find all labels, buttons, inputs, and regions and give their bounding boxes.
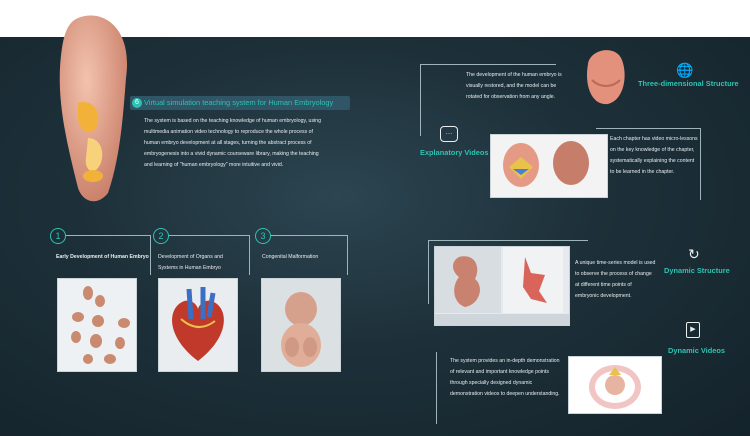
chapter-2-thumbnail[interactable]	[158, 278, 238, 372]
dynamic-videos-body: The system provides an in-depth demonstr…	[450, 358, 560, 397]
three-d-title: Three-dimensional Structure	[638, 79, 739, 88]
chat-bubble-icon: …	[440, 126, 458, 142]
chapter-2-number: 2	[153, 228, 169, 244]
embryo-head-image	[586, 50, 625, 105]
explanatory-title: Explanatory Videos	[420, 148, 489, 157]
dynamic-structure-body: A unique time-series model is used to ob…	[575, 260, 656, 299]
chapter-3-number: 3	[255, 228, 271, 244]
intro-title: Virtual simulation teaching system for H…	[144, 98, 334, 107]
chapter-3-thumbnail[interactable]	[261, 278, 341, 372]
intro-number-badge: 6	[132, 98, 142, 108]
video-play-icon: ▶	[686, 322, 700, 338]
intro-title-bar: 6 Virtual simulation teaching system for…	[130, 96, 350, 110]
globe-icon: 🌐	[676, 62, 694, 78]
dynamic-structure-title: Dynamic Structure	[664, 266, 730, 275]
chapter-3-label: Congenital Malformation	[262, 254, 319, 260]
refresh-cycle-icon: ↻	[688, 246, 700, 262]
chapter-1-thumbnail[interactable]	[57, 278, 137, 372]
dynamic-structure-thumbnail[interactable]	[434, 246, 570, 326]
three-d-body: The development of the human embryo is v…	[466, 72, 562, 100]
chapter-1-label: Early Development of Human Embryo	[56, 254, 149, 260]
explanatory-body: Each chapter has video micro-lessons on …	[610, 136, 698, 175]
explanatory-video-thumbnail[interactable]	[490, 134, 608, 198]
chapter-1-number: 1	[50, 228, 66, 244]
chapter-2-label: Development of Organs and Systems in Hum…	[158, 254, 223, 271]
intro-body: The system is based on the teaching know…	[144, 118, 321, 168]
dynamic-videos-title: Dynamic Videos	[668, 346, 725, 355]
embryo-model-image	[59, 15, 128, 202]
dynamic-videos-thumbnail[interactable]	[568, 356, 662, 414]
